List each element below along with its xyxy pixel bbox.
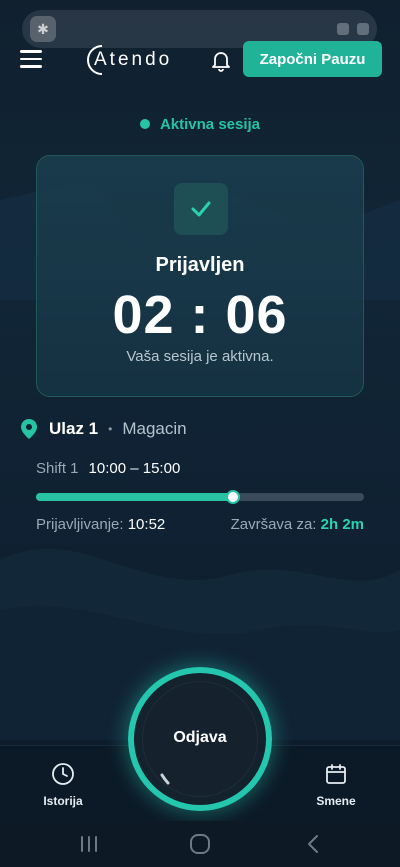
nav-item-history[interactable]: Istorija bbox=[28, 762, 98, 808]
start-pause-button[interactable]: Započni Pauzu bbox=[243, 41, 382, 77]
shift-progress-fill bbox=[36, 493, 233, 501]
nav-item-shifts[interactable]: Smene bbox=[301, 762, 371, 808]
location-place: Magacin bbox=[122, 419, 187, 438]
shift-progress-knob bbox=[225, 490, 240, 504]
home-icon[interactable] bbox=[185, 829, 215, 859]
entrance-name: Ulaz 1 bbox=[49, 419, 99, 438]
bell-icon[interactable] bbox=[209, 48, 233, 72]
shift-time: 10:00 – 15:00 bbox=[88, 460, 181, 477]
checkin-label: Prijavljivanje: bbox=[36, 516, 124, 533]
location-separator: • bbox=[108, 422, 113, 436]
nav-history-label: Istorija bbox=[43, 794, 83, 808]
session-subtitle: Vaša sesija je aktivna. bbox=[126, 348, 274, 365]
logout-label: Odjava bbox=[173, 729, 227, 746]
ends-info: Završava za: 2h 2m bbox=[231, 516, 364, 533]
checkin-info: Prijavljivanje: 10:52 bbox=[36, 516, 165, 533]
session-timer: 02 : 06 bbox=[112, 285, 288, 345]
session-card: Prijavljen 02 : 06 Vaša sesija je aktivn… bbox=[36, 155, 364, 397]
back-icon[interactable] bbox=[298, 829, 328, 859]
check-icon bbox=[174, 183, 228, 235]
nav-shifts-label: Smene bbox=[316, 794, 356, 808]
ends-value: 2h 2m bbox=[320, 516, 364, 533]
app-header: Atendo Započni Pauzu bbox=[0, 38, 400, 82]
session-status: Aktivna sesija bbox=[0, 116, 400, 133]
session-status-text: Aktivna sesija bbox=[159, 116, 261, 133]
logout-button[interactable]: Odjava bbox=[128, 667, 272, 811]
session-title: Prijavljen bbox=[155, 254, 245, 276]
clock-icon bbox=[52, 763, 74, 785]
recents-icon[interactable] bbox=[74, 829, 104, 859]
ends-label: Završava za: bbox=[230, 516, 317, 533]
status-icons bbox=[337, 23, 369, 35]
calendar-icon bbox=[326, 764, 346, 784]
shift-row: Shift 1 10:00 – 15:00 bbox=[36, 460, 180, 477]
system-navigation-bar bbox=[0, 821, 400, 867]
status-dot-icon bbox=[139, 119, 150, 129]
checkin-value: 10:52 bbox=[127, 516, 166, 533]
shift-progress-bar bbox=[36, 490, 364, 504]
app-name: Atendo bbox=[94, 49, 173, 70]
location-row: Ulaz 1 • Magacin bbox=[20, 416, 187, 442]
hamburger-menu-icon[interactable] bbox=[20, 50, 42, 68]
location-pin-icon bbox=[21, 419, 37, 439]
app-logo: Atendo bbox=[84, 42, 172, 78]
shift-label: Shift 1 bbox=[36, 460, 79, 477]
